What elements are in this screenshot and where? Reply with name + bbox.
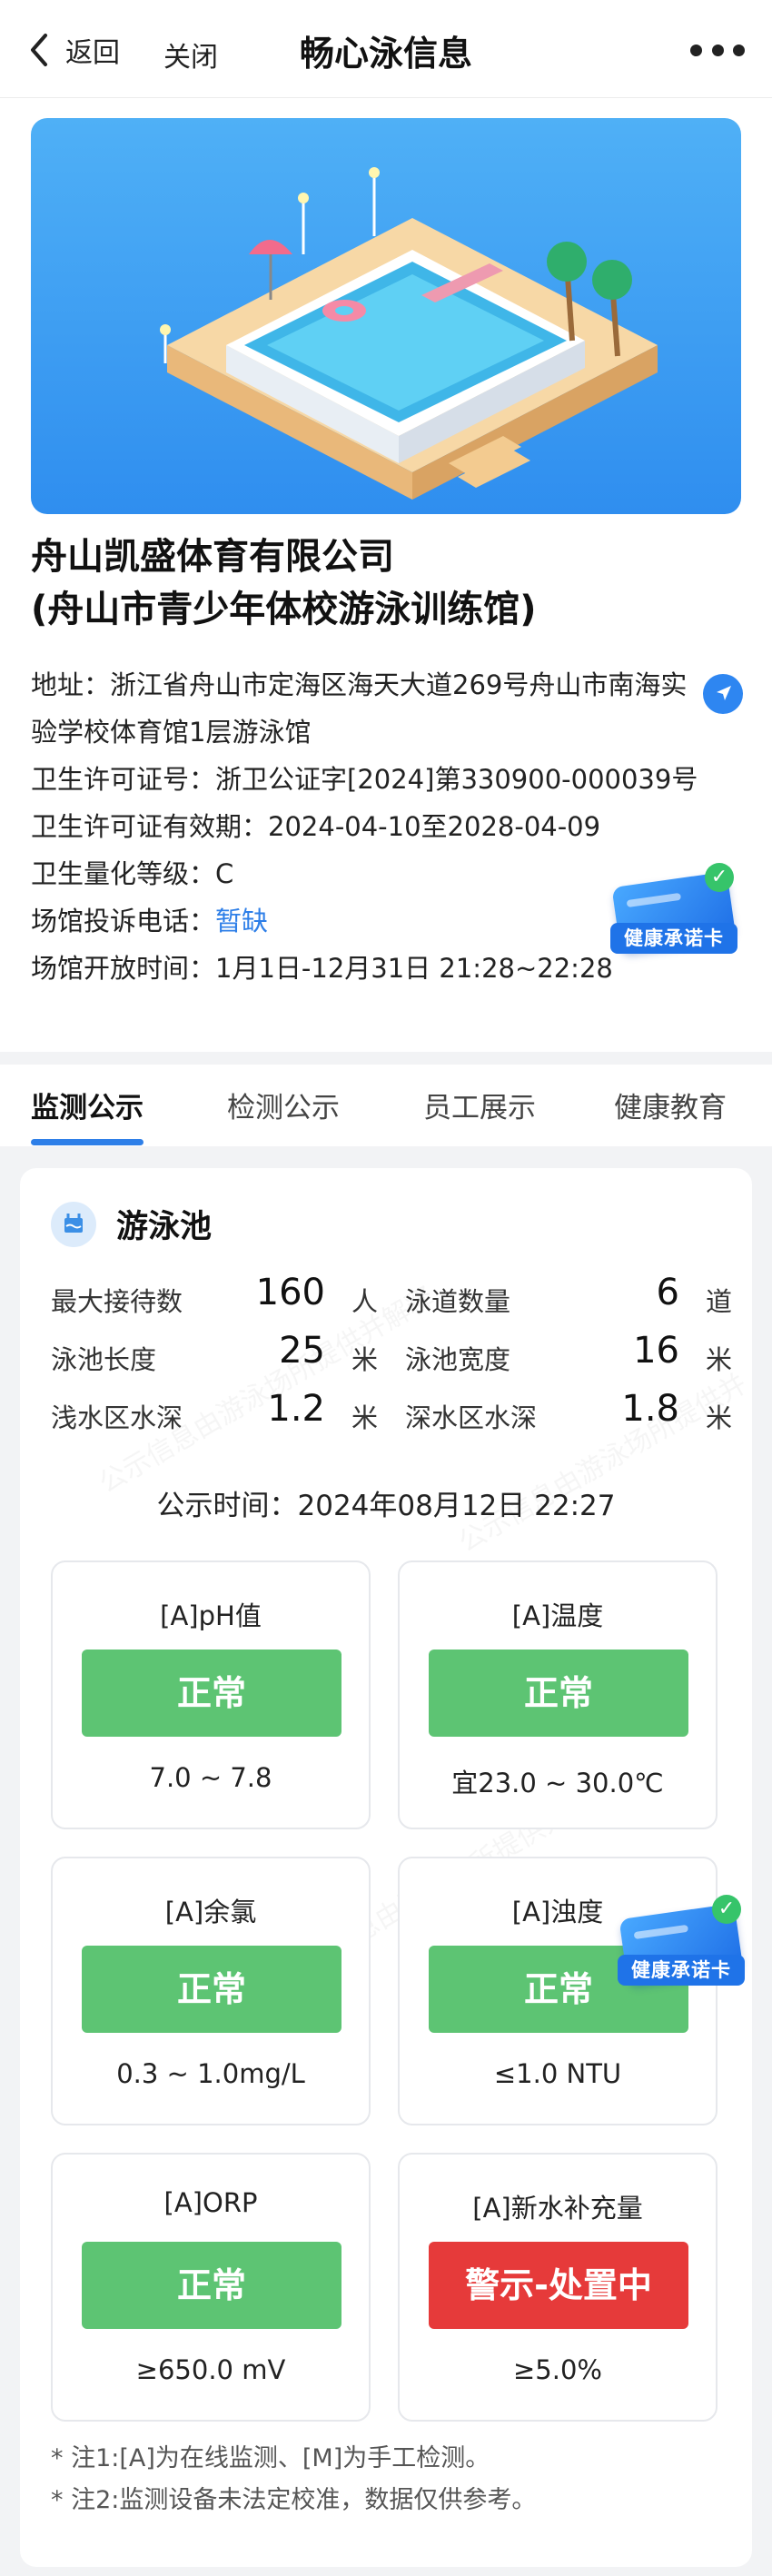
address-row: 地址：浙江省舟山市定海区海天大道269号舟山市南海实验学校体育馆1层游泳馆 xyxy=(31,661,694,756)
stat-key: 泳池长度 xyxy=(51,1344,157,1375)
navigation-arrow-icon xyxy=(717,686,731,700)
note-1: * 注1:[A]为在线监测、[M]为手工检测。 xyxy=(51,2444,490,2472)
metric-name: [A]余氯 xyxy=(164,1897,257,1927)
metric-range: ≥650.0 mV xyxy=(135,2354,286,2385)
stat-pool-width: 泳池宽度 16 米 xyxy=(405,1326,732,1384)
stat-value: 6 xyxy=(656,1272,679,1313)
pool-title: 游泳池 xyxy=(116,1209,213,1245)
validity-value: 2024-04-10至2028-04-09 xyxy=(268,811,601,842)
grade-label: 卫生量化等级： xyxy=(31,858,216,889)
tab-inspection[interactable]: 检测公示 xyxy=(227,1085,340,1125)
address-value: 浙江省舟山市定海区海天大道269号舟山市南海实验学校体育馆1层游泳馆 xyxy=(31,669,688,748)
metric-name: [A]ORP xyxy=(163,2187,258,2218)
tab-health-education[interactable]: 健康教育 xyxy=(614,1085,727,1125)
validity-label: 卫生许可证有效期： xyxy=(31,811,269,842)
license-value: 浙卫公证字[2024]第330900-000039号 xyxy=(215,764,698,795)
license-label: 卫生许可证号： xyxy=(31,764,216,795)
stat-key: 深水区水深 xyxy=(405,1402,538,1433)
check-icon: ✓ xyxy=(705,863,734,892)
pool-header: 游泳池 xyxy=(51,1201,212,1247)
stat-deep-depth: 深水区水深 1.8 米 xyxy=(405,1384,732,1442)
metric-range: ≥5.0% xyxy=(513,2354,602,2385)
metric-card-residual-chlorine[interactable]: [A]余氯 正常 0.3 ~ 1.0mg/L xyxy=(51,1857,371,2125)
stat-value: 1.2 xyxy=(267,1388,325,1430)
metric-card-temperature[interactable]: [A]温度 正常 宜23.0 ~ 30.0℃ xyxy=(398,1560,718,1829)
pool-illustration xyxy=(31,118,741,514)
dot-icon xyxy=(733,44,745,56)
stat-unit: 米 xyxy=(705,1402,732,1433)
stat-value: 1.8 xyxy=(621,1388,679,1430)
dot-icon xyxy=(690,44,702,56)
grade-value: C xyxy=(215,858,234,889)
metric-name: [A]pH值 xyxy=(160,1600,262,1631)
metric-card-fresh-water[interactable]: [A]新水补充量 警示-处置中 ≥5.0% xyxy=(398,2153,718,2422)
more-menu-button[interactable] xyxy=(690,35,745,65)
stat-pool-length: 泳池长度 25 米 xyxy=(51,1326,378,1384)
tab-monitor[interactable]: 监测公示 xyxy=(31,1085,144,1125)
metric-range: 7.0 ~ 7.8 xyxy=(149,1762,272,1793)
metric-card-ph[interactable]: [A]pH值 正常 7.0 ~ 7.8 xyxy=(51,1560,371,1829)
metric-status: 正常 xyxy=(429,1650,688,1737)
note-2: * 注2:监测设备未法定校准，数据仅供参考。 xyxy=(51,2486,537,2514)
stat-max-capacity: 最大接待数 160 人 xyxy=(51,1268,378,1326)
metric-status: 正常 xyxy=(82,2242,341,2329)
metric-card-orp[interactable]: [A]ORP 正常 ≥650.0 mV xyxy=(51,2153,371,2422)
metric-range: 宜23.0 ~ 30.0℃ xyxy=(451,1768,664,1798)
phone-link[interactable]: 暂缺 xyxy=(215,906,268,936)
publish-time: 公示时间：2024年08月12日 22:27 xyxy=(156,1490,616,1522)
health-promise-badge-floating[interactable]: ✓ 健康承诺卡 xyxy=(618,1891,745,1991)
address-label: 地址： xyxy=(31,669,111,700)
venue-section: 舟山凯盛体育有限公司 (舟山市青少年体校游泳训练馆) 地址：浙江省舟山市定海区海… xyxy=(0,98,772,1052)
hours-value: 1月1日-12月31日 21:28~22:28 xyxy=(215,953,613,984)
metric-status: 正常 xyxy=(82,1650,341,1737)
metric-name: [A]新水补充量 xyxy=(472,2193,643,2224)
metric-range: 0.3 ~ 1.0mg/L xyxy=(116,2058,305,2089)
location-button[interactable] xyxy=(703,674,743,714)
stat-value: 160 xyxy=(255,1272,325,1313)
stat-unit: 米 xyxy=(705,1344,732,1375)
stat-unit: 人 xyxy=(351,1286,378,1317)
health-promise-badge[interactable]: ✓ 健康承诺卡 xyxy=(610,859,737,959)
stat-value: 16 xyxy=(633,1330,679,1372)
venue-name-line2: (舟山市青少年体校游泳训练馆) xyxy=(31,589,537,630)
stat-key: 最大接待数 xyxy=(51,1286,183,1317)
top-nav-bar: 返回 关闭 畅心泳信息 xyxy=(0,0,772,98)
health-badge-label: 健康承诺卡 xyxy=(618,1955,745,1986)
health-badge-label: 健康承诺卡 xyxy=(610,923,737,954)
stat-unit: 米 xyxy=(351,1344,378,1375)
tab-staff[interactable]: 员工展示 xyxy=(423,1085,536,1125)
active-tab-indicator xyxy=(31,1139,144,1145)
stat-key: 泳道数量 xyxy=(405,1286,511,1317)
stat-value: 25 xyxy=(279,1330,325,1372)
stat-unit: 米 xyxy=(351,1402,378,1433)
dot-icon xyxy=(711,44,724,56)
stat-key: 泳池宽度 xyxy=(405,1344,511,1375)
metric-name: [A]温度 xyxy=(511,1600,604,1631)
stat-shallow-depth: 浅水区水深 1.2 米 xyxy=(51,1384,378,1442)
metric-status: 正常 xyxy=(82,1946,341,2033)
monitor-panel: 公示信息由游泳场所提供并解释 公示信息由游泳场所提供并 公示信息由游泳场所提供并… xyxy=(20,1168,752,2567)
stat-key: 浅水区水深 xyxy=(51,1402,183,1433)
license-row: 卫生许可证号：浙卫公证字[2024]第330900-000039号 xyxy=(31,756,739,803)
pool-icon xyxy=(51,1201,96,1247)
phone-label: 场馆投诉电话： xyxy=(31,906,216,936)
pool-illustration-image xyxy=(160,167,658,500)
stat-lane-count: 泳道数量 6 道 xyxy=(405,1268,732,1326)
venue-name: 舟山凯盛体育有限公司 (舟山市青少年体校游泳训练馆) xyxy=(31,530,748,636)
metric-range: ≤1.0 NTU xyxy=(493,2058,622,2089)
metric-status: 警示-处置中 xyxy=(429,2242,688,2329)
venue-name-line1: 舟山凯盛体育有限公司 xyxy=(31,536,394,578)
check-icon: ✓ xyxy=(712,1895,741,1924)
notes: * 注1:[A]为在线监测、[M]为手工检测。 * 注2:监测设备未法定校准，数… xyxy=(51,2438,741,2522)
validity-row: 卫生许可证有效期：2024-04-10至2028-04-09 xyxy=(31,803,739,850)
page-title: 畅心泳信息 xyxy=(299,34,472,74)
stat-unit: 道 xyxy=(705,1286,732,1317)
hours-label: 场馆开放时间： xyxy=(31,953,216,984)
tab-bar: 监测公示 检测公示 员工展示 健康教育 xyxy=(0,1052,772,1146)
